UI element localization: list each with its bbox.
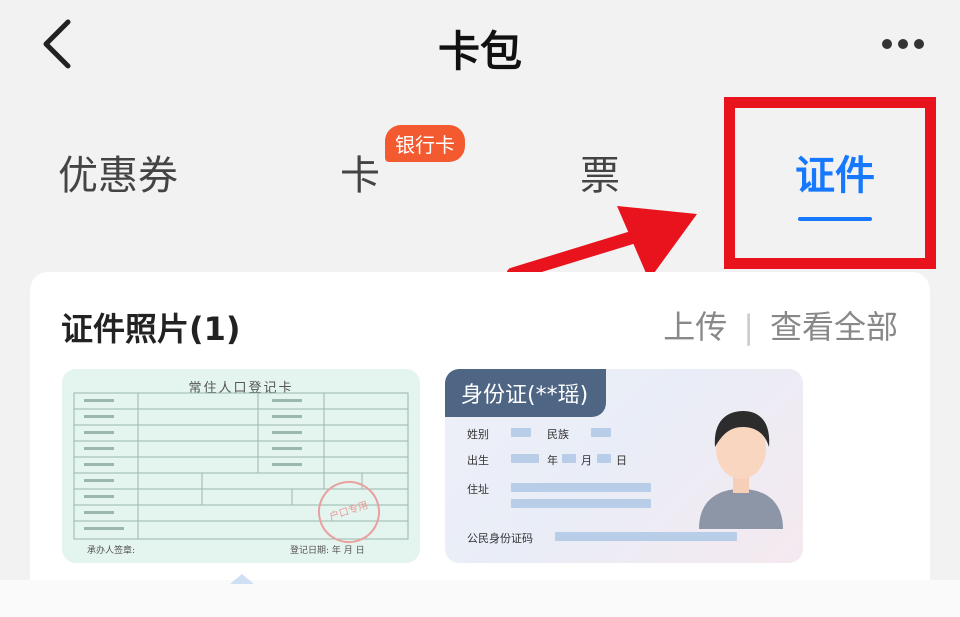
id-value-blurred: [555, 532, 737, 541]
id-label-ethnicity: 民族: [547, 428, 569, 441]
scroll-indicator: [230, 574, 254, 584]
household-footer-signature: 承办人签章:: [87, 546, 136, 556]
id-value-blurred: [511, 454, 539, 463]
id-card-thumbnail[interactable]: 身份证(**瑶) 姓别 民族 出生 年 月 日 住址 公民身份证码: [445, 369, 803, 563]
id-value-blurred: [562, 454, 576, 463]
section-title: 证件照片(1): [61, 310, 241, 348]
id-value-blurred: [511, 483, 651, 492]
bottom-fade: [0, 580, 960, 617]
more-dots-icon: [882, 39, 924, 49]
section-actions: 上传 | 查看全部: [663, 302, 898, 348]
id-value-blurred: [597, 454, 611, 463]
id-label-day: 日: [616, 454, 627, 467]
tab-cards[interactable]: 卡: [340, 143, 380, 201]
upload-link[interactable]: 上传: [663, 308, 727, 346]
page-title: 卡包: [437, 27, 522, 76]
highlight-annotation-box: [724, 97, 936, 269]
tab-tickets[interactable]: 票: [580, 143, 620, 201]
id-value-blurred: [591, 428, 611, 437]
id-label-address: 住址: [467, 483, 489, 496]
household-footer-date: 登记日期: 年 月 日: [290, 546, 365, 556]
more-button[interactable]: [878, 24, 928, 64]
bank-card-badge: 银行卡: [385, 125, 465, 162]
id-label-year: 年: [547, 454, 558, 467]
id-label-id-number: 公民身份证码: [467, 532, 533, 545]
action-separator: |: [743, 308, 754, 346]
id-value-blurred: [511, 499, 651, 508]
view-all-link[interactable]: 查看全部: [770, 308, 898, 346]
household-register-card-thumbnail[interactable]: 常住人口登记卡 户口专用 承办人签章: 登记日期: 年 月 日: [62, 369, 420, 563]
id-label-gender: 姓别: [467, 428, 489, 441]
id-label-month: 月: [581, 454, 592, 467]
tab-coupons[interactable]: 优惠券: [58, 143, 178, 201]
document-photos-card: 证件照片(1) 上传 | 查看全部 常住人口登记卡 户口专用 承办人签章: 登记…: [30, 272, 930, 617]
id-value-blurred: [511, 428, 531, 437]
avatar-icon: [699, 411, 783, 529]
top-nav-bar: 卡包: [0, 0, 960, 95]
id-card-tag: 身份证(**瑶): [445, 369, 607, 417]
id-label-birth: 出生: [467, 454, 489, 467]
